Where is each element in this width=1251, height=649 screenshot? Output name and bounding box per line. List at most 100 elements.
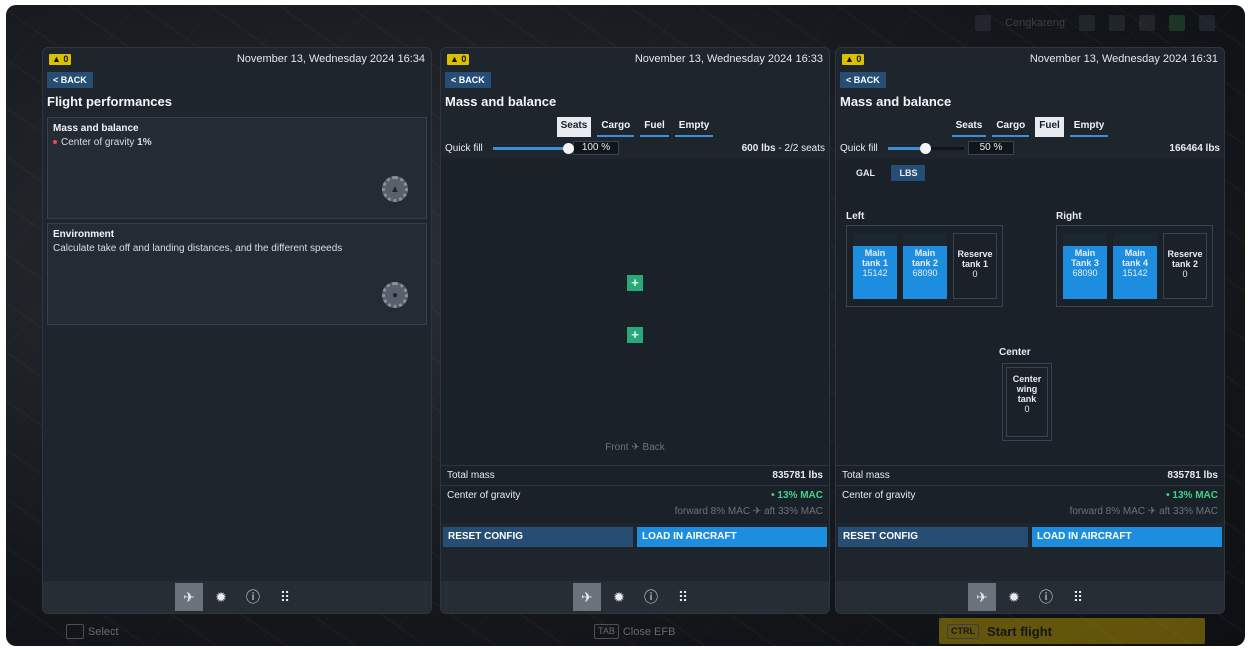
chat-icon[interactable] bbox=[1139, 15, 1155, 31]
total-mass-row: Total mass 835781 lbs bbox=[441, 465, 829, 485]
tab-fuel[interactable]: Fuel bbox=[1035, 117, 1064, 137]
quick-fill-value[interactable]: 100 % bbox=[573, 141, 619, 155]
close-efb-hint[interactable]: TAB Close EFB bbox=[594, 624, 675, 639]
tank-main-3[interactable]: Main Tank 3 68090 bbox=[1063, 233, 1107, 299]
key-icon bbox=[66, 624, 85, 639]
load-in-aircraft-button[interactable]: LOAD IN AIRCRAFT bbox=[637, 527, 827, 547]
quick-fill-slider[interactable] bbox=[888, 142, 964, 154]
efb-panel-fuel: ▲ 0 November 13, Wednesday 2024 16:31 < … bbox=[835, 47, 1225, 614]
mass-balance-card[interactable]: Mass and balance Center of gravity 1% ▲ bbox=[47, 117, 427, 219]
alert-badge[interactable]: ▲ 0 bbox=[49, 53, 72, 65]
tab-empty[interactable]: Empty bbox=[1069, 117, 1109, 137]
airplane-icon[interactable]: ✈ bbox=[175, 583, 203, 611]
grid-icon[interactable]: ⠿ bbox=[271, 583, 299, 611]
back-button[interactable]: < BACK bbox=[47, 72, 93, 88]
tab-fuel[interactable]: Fuel bbox=[640, 117, 669, 137]
sim-bottom-bar: Select TAB Close EFB CTRL Start flight bbox=[6, 616, 1245, 646]
cog-row: Center of gravity • 13% MAC bbox=[836, 485, 1224, 505]
fuel-total: 166464 lbs bbox=[1169, 142, 1220, 154]
efb-navbar: ✈ ✹ ⓘ ⠿ bbox=[43, 581, 431, 613]
environment-card[interactable]: Environment Calculate take off and landi… bbox=[47, 223, 427, 325]
cog-label: Center of gravity bbox=[842, 490, 916, 501]
tank-reserve-1[interactable]: Reserve tank 10 bbox=[953, 233, 997, 299]
reset-config-button[interactable]: RESET CONFIG bbox=[443, 527, 633, 547]
tank-reserve-2[interactable]: Reserve tank 20 bbox=[1163, 233, 1207, 299]
airplane-icon[interactable]: ✈ bbox=[968, 583, 996, 611]
slider-knob[interactable] bbox=[563, 142, 574, 154]
tank-main-4[interactable]: Main tank 4 15142 bbox=[1113, 233, 1157, 299]
center-label: Center bbox=[999, 347, 1031, 358]
tank-label: tank 2 bbox=[1171, 259, 1198, 269]
airplane-icon: ✈ bbox=[631, 442, 643, 453]
load-in-aircraft-button[interactable]: LOAD IN AIRCRAFT bbox=[1032, 527, 1222, 547]
gear-icon[interactable] bbox=[1199, 15, 1215, 31]
alert-badge[interactable]: ▲ 0 bbox=[447, 53, 470, 65]
tank-label: wing bbox=[1016, 384, 1038, 394]
tank-value: 68090 bbox=[1072, 268, 1098, 278]
simulator-background: Cengkareng ▲ 0 November 13, Wednesday 20… bbox=[6, 5, 1245, 646]
efb-header: ▲ 0 November 13, Wednesday 2024 16:33 bbox=[441, 48, 829, 70]
tank-main-1[interactable]: Main tank 1 15142 bbox=[853, 233, 897, 299]
tank-label: Reserve bbox=[1167, 249, 1203, 259]
tab-cargo[interactable]: Cargo bbox=[992, 117, 1030, 137]
card-text: Calculate take off and landing distances… bbox=[53, 243, 343, 254]
status-icon[interactable] bbox=[1169, 15, 1185, 31]
tank-label: Center bbox=[1012, 374, 1042, 384]
page-title: Mass and balance bbox=[840, 94, 952, 109]
cog-value-text: 13% MAC bbox=[777, 490, 823, 501]
slider-knob[interactable] bbox=[920, 142, 931, 154]
efb-header: ▲ 0 November 13, Wednesday 2024 16:31 bbox=[836, 48, 1224, 70]
cog-range: forward 8% MAC ✈ aft 33% MAC bbox=[1069, 506, 1218, 517]
forward-label: forward 8% MAC bbox=[1069, 506, 1146, 517]
right-tanks: Main Tank 3 68090 Main tank 4 15142 Reserve t… bbox=[1056, 225, 1213, 307]
select-label: Select bbox=[88, 625, 119, 638]
center-tanks: Center wing tank 0 bbox=[1002, 363, 1052, 441]
info-icon[interactable]: ⓘ bbox=[239, 583, 267, 611]
airplane-icon[interactable]: ✈ bbox=[573, 583, 601, 611]
back-button[interactable]: < BACK bbox=[445, 72, 491, 88]
grid-icon[interactable]: ⠿ bbox=[669, 583, 697, 611]
slider-fill bbox=[493, 146, 569, 150]
gear-icon[interactable]: ✹ bbox=[207, 583, 235, 611]
lbs-button[interactable]: LBS bbox=[891, 165, 926, 181]
seats-summary: 600 lbs - 2/2 seats bbox=[742, 143, 825, 154]
bell-icon[interactable] bbox=[1079, 15, 1095, 31]
seat-button[interactable]: + bbox=[627, 327, 643, 343]
users-icon[interactable] bbox=[1109, 15, 1125, 31]
tank-label: Main bbox=[1074, 248, 1096, 258]
cog-line: Center of gravity 1% bbox=[53, 137, 421, 148]
tank-center-wing[interactable]: Center wing tank 0 bbox=[1006, 367, 1048, 437]
info-icon[interactable]: ⓘ bbox=[637, 583, 665, 611]
datetime: November 13, Wednesday 2024 16:34 bbox=[236, 53, 425, 65]
gear-icon[interactable]: ✹ bbox=[1000, 583, 1028, 611]
tab-seats[interactable]: Seats bbox=[556, 117, 592, 137]
grid-icon[interactable]: ⠿ bbox=[1064, 583, 1092, 611]
gal-button[interactable]: GAL bbox=[848, 165, 883, 181]
alert-count: 0 bbox=[856, 53, 862, 64]
location-icon: ● bbox=[382, 282, 408, 308]
tank-main-2[interactable]: Main tank 2 68090 bbox=[903, 233, 947, 299]
cog-value-text: 13% MAC bbox=[1172, 490, 1218, 501]
quick-fill-slider[interactable] bbox=[493, 142, 574, 154]
gear-icon[interactable]: ✹ bbox=[605, 583, 633, 611]
start-flight-button[interactable]: CTRL Start flight bbox=[939, 618, 1205, 644]
action-buttons: RESET CONFIG LOAD IN AIRCRAFT bbox=[836, 527, 1224, 547]
alert-badge[interactable]: ▲ 0 bbox=[842, 53, 865, 65]
tank-value: 15142 bbox=[1122, 268, 1148, 278]
back-button[interactable]: < BACK bbox=[840, 72, 886, 88]
reset-config-button[interactable]: RESET CONFIG bbox=[838, 527, 1028, 547]
top-toolbar: Cengkareng bbox=[975, 15, 1215, 31]
seat-button[interactable]: + bbox=[627, 275, 643, 291]
tank-label: tank bbox=[1017, 394, 1037, 404]
tab-cargo[interactable]: Cargo bbox=[597, 117, 635, 137]
quick-fill-value[interactable]: 50 % bbox=[968, 141, 1014, 155]
info-icon[interactable]: ⓘ bbox=[1032, 583, 1060, 611]
cog-value: • 13% MAC bbox=[771, 490, 823, 501]
tank-label: Reserve bbox=[957, 249, 993, 259]
tab-empty[interactable]: Empty bbox=[674, 117, 714, 137]
tab-seats[interactable]: Seats bbox=[951, 117, 987, 137]
tank-value: 0 bbox=[1182, 269, 1188, 279]
tab-key: TAB bbox=[594, 624, 619, 639]
tank-value: 15142 bbox=[862, 268, 888, 278]
toolbar-icon[interactable] bbox=[975, 15, 992, 31]
